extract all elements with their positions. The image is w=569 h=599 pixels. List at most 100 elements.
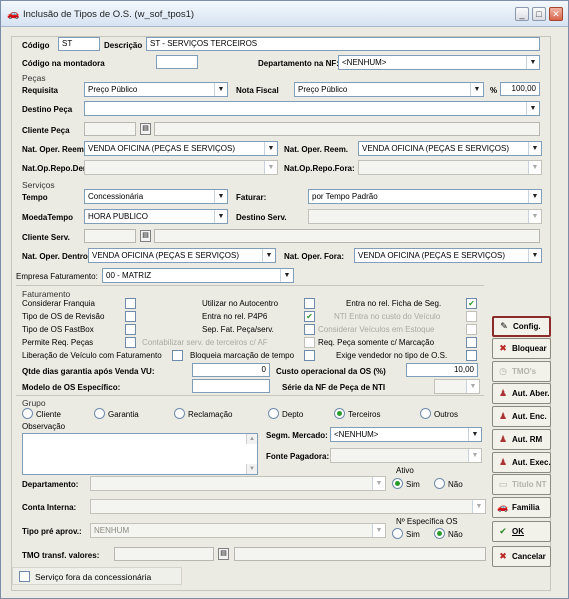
os-revisao-checkbox[interactable] — [125, 311, 136, 322]
fonte-pagadora-label: Fonte Pagadora: — [266, 452, 330, 461]
moeda-tempo-label: MoedaTempo — [22, 213, 73, 222]
serie-nf-select[interactable]: ▼ — [434, 379, 480, 394]
cancelar-button-label: Cancelar — [512, 552, 546, 561]
cliente-serv-label: Cliente Serv. — [22, 233, 70, 242]
cliente-serv-code[interactable] — [84, 229, 136, 243]
close-button[interactable]: ✕ — [549, 7, 563, 21]
grupo-outros-radio[interactable] — [420, 408, 431, 419]
req-marcacao-checkbox[interactable] — [466, 337, 477, 348]
veiculos-estoque-checkbox[interactable] — [466, 324, 477, 335]
aut-rm-button-label: Aut. RM — [512, 435, 543, 444]
departamento-nf-value: <NENHUM> — [342, 58, 387, 67]
nat-reem-select[interactable]: VENDA OFICINA (PEÇAS E SERVIÇOS) ▼ — [84, 141, 278, 156]
nat-repo-den-select[interactable]: ▼ — [84, 160, 278, 175]
requisita-select[interactable]: Preço Público ▼ — [84, 82, 228, 97]
aut-aber-button[interactable]: ♟ Aut. Aber. — [492, 383, 551, 404]
nat-reem2-label: Nat. Oper. Reem. — [284, 145, 349, 154]
nat-fora-select[interactable]: VENDA OFICINA (PEÇAS E SERVIÇOS) ▼ — [354, 248, 542, 263]
bloquear-button[interactable]: ✖ Bloquear — [492, 338, 551, 359]
qtde-dias-input[interactable]: 0 — [192, 363, 270, 377]
departamento-select[interactable]: ▼ — [90, 476, 386, 491]
p4p6-checkbox[interactable]: ✔ — [304, 311, 315, 322]
aut-enc-button-label: Aut. Enc. — [512, 412, 547, 421]
grupo-section-label: Grupo — [22, 398, 46, 408]
bloqueia-checkbox[interactable] — [304, 350, 315, 361]
sep-fat-checkbox[interactable] — [304, 324, 315, 335]
lookup-button[interactable]: ▤ — [218, 548, 229, 560]
titulo-nt-button[interactable]: ▭ Titulo NT — [492, 474, 551, 495]
ok-button[interactable]: ✔ OK — [492, 521, 551, 542]
divider — [16, 395, 484, 396]
empresa-faturamento-select[interactable]: 00 - MATRIZ ▼ — [102, 268, 294, 283]
ativo-label: Ativo — [396, 466, 414, 475]
departamento-nf-select[interactable]: <NENHUM> ▼ — [338, 55, 540, 70]
permite-req-pecas-checkbox[interactable] — [125, 337, 136, 348]
descricao-input[interactable]: ST - SERVIÇOS TERCEIROS — [146, 37, 540, 51]
aut-rm-button[interactable]: ♟ Aut. RM — [492, 429, 551, 450]
grupo-terceiros-radio[interactable] — [334, 408, 345, 419]
destino-serv-select[interactable]: ▼ — [308, 209, 542, 224]
servico-fora-checkbox[interactable] — [19, 571, 30, 582]
tempo-select[interactable]: Concessionária ▼ — [84, 189, 228, 204]
codigo-montadora-input[interactable] — [156, 55, 198, 69]
grupo-garantia-label: Garantia — [108, 410, 139, 419]
ativo-nao-radio[interactable] — [434, 478, 445, 489]
nti-custo-checkbox[interactable] — [466, 311, 477, 322]
nat-dentro-select[interactable]: VENDA OFICINA (PEÇAS E SERVIÇOS) ▼ — [88, 248, 276, 263]
conta-interna-select[interactable]: ▼ — [90, 499, 486, 514]
scroll-down-icon[interactable]: ▼ — [246, 464, 257, 474]
grupo-depto-radio[interactable] — [268, 408, 279, 419]
liberacao-checkbox[interactable] — [172, 350, 183, 361]
fat-c1-2-label: Tipo de OS FastBox — [22, 325, 94, 334]
ok-button-label: OK — [512, 527, 524, 536]
grupo-cliente-radio[interactable] — [22, 408, 33, 419]
percent-input[interactable]: 100,00 — [500, 82, 540, 96]
cliente-peca-code[interactable] — [84, 122, 136, 136]
modelo-os-input[interactable] — [192, 379, 270, 393]
grupo-reclamacao-radio[interactable] — [174, 408, 185, 419]
ativo-sim-radio[interactable] — [392, 478, 403, 489]
maximize-button[interactable]: □ — [532, 7, 546, 21]
codigo-input[interactable]: ST — [58, 37, 100, 51]
fonte-pagadora-select[interactable]: ▼ — [330, 448, 482, 463]
considerar-franquia-checkbox[interactable] — [125, 298, 136, 309]
especifica-nao-radio[interactable] — [434, 528, 445, 539]
faturar-select[interactable]: por Tempo Padrão ▼ — [308, 189, 542, 204]
destino-peca-select[interactable]: ▼ — [84, 101, 540, 116]
cancelar-button[interactable]: ✖ Cancelar — [492, 546, 551, 567]
lookup-button[interactable]: ▤ — [140, 230, 151, 242]
nat-reem2-select[interactable]: VENDA OFICINA (PEÇAS E SERVIÇOS) ▼ — [358, 141, 542, 156]
familia-button[interactable]: 🚗 Familia — [492, 497, 551, 518]
chevron-down-icon: ▼ — [526, 56, 539, 69]
lookup-button[interactable]: ▤ — [140, 123, 151, 135]
segm-mercado-select[interactable]: <NENHUM> ▼ — [330, 427, 482, 442]
nat-reem-label: Nat. Oper. Reem. — [22, 145, 87, 154]
nat-reem2-value: VENDA OFICINA (PEÇAS E SERVIÇOS) — [362, 144, 509, 153]
aut-exec-button[interactable]: ♟ Aut. Exec. — [492, 452, 551, 473]
autocentro-checkbox[interactable] — [304, 298, 315, 309]
exige-vendedor-checkbox[interactable] — [466, 350, 477, 361]
departamento-label: Departamento: — [22, 480, 79, 489]
ficha-seg-checkbox[interactable]: ✔ — [466, 298, 477, 309]
contabilizar-checkbox[interactable] — [304, 337, 315, 348]
conta-interna-label: Conta Interna: — [22, 503, 77, 512]
chevron-down-icon: ▼ — [214, 83, 227, 96]
grupo-garantia-radio[interactable] — [94, 408, 105, 419]
titulo-nt-button-label: Titulo NT — [512, 480, 547, 489]
especifica-sim-radio[interactable] — [392, 528, 403, 539]
aut-enc-button[interactable]: ♟ Aut. Enc. — [492, 406, 551, 427]
moeda-tempo-select[interactable]: HORA PUBLICO ▼ — [84, 209, 228, 224]
nota-fiscal-select[interactable]: Preço Público ▼ — [294, 82, 484, 97]
tmos-button[interactable]: ◷ TMO's — [492, 361, 551, 382]
custo-operacional-input[interactable]: 10,00 — [406, 363, 478, 377]
observacao-textarea[interactable]: ▲ ▼ — [22, 433, 258, 475]
nat-reem-value: VENDA OFICINA (PEÇAS E SERVIÇOS) — [88, 144, 235, 153]
nat-repo-fora-select[interactable]: ▼ — [358, 160, 542, 175]
tmo-transf-code[interactable] — [114, 547, 214, 561]
fat-c3-1-label: NTI Entra no custo do Veículo — [334, 312, 441, 321]
scroll-up-icon[interactable]: ▲ — [246, 434, 257, 444]
tipo-pre-aprov-select[interactable]: NENHUM ▼ — [90, 523, 386, 538]
minimize-button[interactable]: _ — [515, 7, 529, 21]
config-button[interactable]: ✎ Config. — [492, 316, 551, 337]
os-fastbox-checkbox[interactable] — [125, 324, 136, 335]
